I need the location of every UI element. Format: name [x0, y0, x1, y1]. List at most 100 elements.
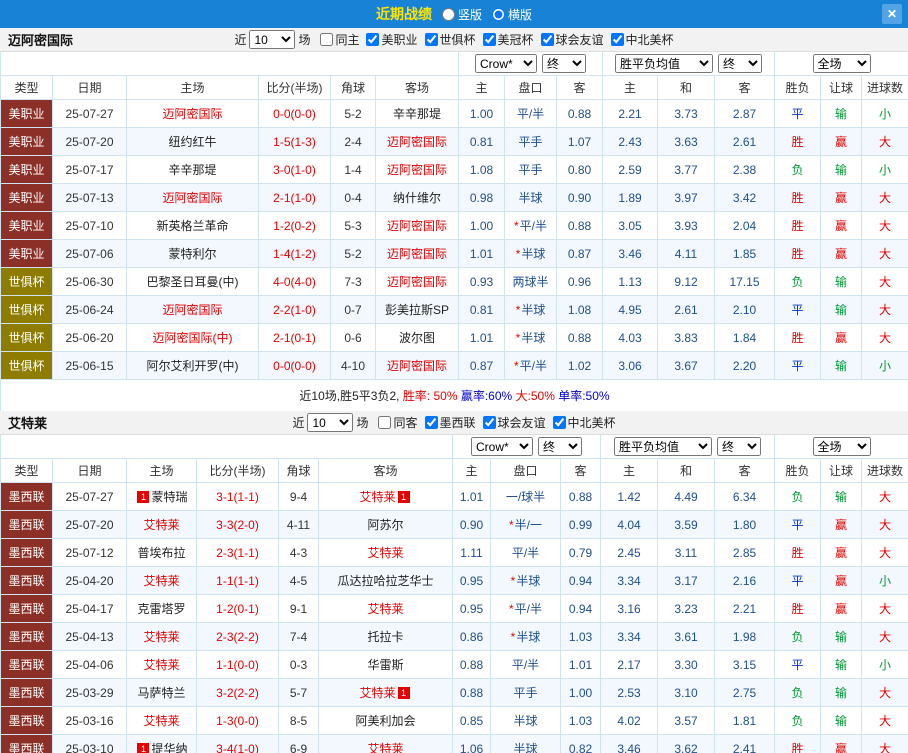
cell-handicap-result: 赢 [821, 539, 862, 567]
column-header: 和 [658, 76, 715, 100]
team-name-text: 波尔图 [399, 329, 435, 346]
filter-checkbox[interactable]: 同主 [320, 31, 359, 48]
cell-handicap: 两球半 [505, 268, 557, 296]
cell-date: 25-07-20 [53, 128, 127, 156]
checkbox-label: 中北美杯 [568, 414, 616, 431]
cell-avg-home: 2.17 [601, 651, 658, 679]
filter-checkbox[interactable]: 球会友谊 [541, 31, 604, 48]
cell-goals-result: 大 [862, 324, 908, 352]
layout-radio-vertical[interactable]: 竖版 [442, 6, 482, 23]
odds-time-select[interactable]: 终 [538, 437, 582, 456]
cell-result: 平 [775, 296, 821, 324]
column-header: 客场 [376, 76, 459, 100]
cell-avg-away: 2.61 [715, 128, 775, 156]
cell-handicap-result: 输 [821, 100, 862, 128]
team-name-text: 辛辛那堤 [393, 105, 441, 122]
cell-handicap: *半球 [491, 567, 561, 595]
cell-handicap-result: 赢 [821, 324, 862, 352]
match-count-select[interactable]: 10 [249, 30, 295, 49]
cell-avg-draw: 3.61 [658, 623, 715, 651]
cell-avg-home: 2.59 [603, 156, 658, 184]
cell-avg-away: 2.41 [715, 735, 775, 753]
team-name-text: 迈阿密国际 [387, 245, 447, 262]
avg-dropdown-cell: 胜平负均值 终 [601, 435, 775, 459]
filter-checkbox[interactable]: 墨西联 [425, 414, 476, 431]
cell-date: 25-04-06 [53, 651, 127, 679]
odds-source-select[interactable]: Crow* [475, 54, 537, 73]
cell-date: 25-03-16 [53, 707, 127, 735]
dropdown-row: Crow* 终 胜平负均值 终 全场 [1, 435, 908, 459]
match-row: 世俱杯25-06-15阿尔艾利开罗(中)0-0(0-0)4-10迈阿密国际0.8… [1, 352, 908, 380]
cell-corners: 9-4 [279, 483, 319, 511]
radio-label: 横版 [508, 6, 532, 23]
cell-goals-result: 小 [862, 100, 908, 128]
avg-time-select[interactable]: 终 [717, 437, 761, 456]
checkbox-label: 美职业 [381, 31, 417, 48]
cell-goals-result: 小 [862, 567, 908, 595]
cell-avg-away: 1.81 [715, 707, 775, 735]
handicap-text: 平/半 [520, 217, 547, 234]
cell-goals-result: 小 [862, 651, 908, 679]
filter-checkbox[interactable]: 世俱杯 [425, 31, 476, 48]
avg-type-select[interactable]: 胜平负均值 [615, 54, 713, 73]
checkbox-input[interactable] [541, 33, 554, 46]
handicap-star: * [509, 518, 514, 532]
filter-checkbox[interactable]: 中北美杯 [553, 414, 616, 431]
cell-handicap: *半球 [505, 240, 557, 268]
odds-source-select[interactable]: Crow* [471, 437, 533, 456]
scope-dropdown-cell: 全场 [775, 435, 908, 459]
layout-radio-vertical-input[interactable] [442, 8, 455, 21]
cell-avg-away: 2.75 [715, 679, 775, 707]
layout-radio-horizontal[interactable]: 横版 [492, 6, 532, 23]
match-count-select[interactable]: 10 [307, 413, 353, 432]
filter-bar: 近 10 场 同客墨西联球会友谊中北美杯 [292, 413, 615, 432]
avg-type-select[interactable]: 胜平负均值 [614, 437, 712, 456]
recent-results-dialog: 近期战绩 竖版横版 ✕ 迈阿密国际 近 10 场 同主美职业世俱杯美冠杯球会友谊… [0, 0, 908, 753]
filter-checkbox[interactable]: 美冠杯 [483, 31, 534, 48]
scope-dropdown-cell: 全场 [775, 52, 908, 76]
cell-avg-home: 4.03 [603, 324, 658, 352]
scope-select[interactable]: 全场 [813, 437, 871, 456]
cell-odds-home: 1.00 [459, 212, 505, 240]
team-name-text: 新英格兰革命 [156, 217, 228, 234]
checkbox-input[interactable] [425, 33, 438, 46]
spacer-cell [1, 52, 459, 76]
cell-handicap: 平手 [505, 128, 557, 156]
filter-checkbox[interactable]: 美职业 [366, 31, 417, 48]
team-name-text: 提华纳 [151, 740, 187, 753]
cell-goals-result: 大 [862, 511, 908, 539]
filter-checkbox[interactable]: 中北美杯 [611, 31, 674, 48]
cell-home: 1提华纳 [127, 735, 197, 753]
odds-time-select[interactable]: 终 [542, 54, 586, 73]
cell-odds-away: 0.88 [557, 324, 603, 352]
checkbox-input[interactable] [483, 416, 496, 429]
team-name-text: 迈阿密国际 [387, 133, 447, 150]
checkbox-input[interactable] [378, 416, 391, 429]
filter-checkbox[interactable]: 同客 [378, 414, 417, 431]
checkbox-input[interactable] [611, 33, 624, 46]
cell-avg-draw: 3.10 [658, 679, 715, 707]
filter-checkbox[interactable]: 球会友谊 [483, 414, 546, 431]
checkbox-input[interactable] [320, 33, 333, 46]
cell-avg-draw: 4.11 [658, 240, 715, 268]
checkbox-input[interactable] [425, 416, 438, 429]
cell-odds-away: 0.96 [557, 268, 603, 296]
checkbox-input[interactable] [366, 33, 379, 46]
cell-avg-away: 1.80 [715, 511, 775, 539]
cell-date: 25-07-17 [53, 156, 127, 184]
cell-handicap: 平/半 [505, 100, 557, 128]
cell-home: 艾特莱 [127, 567, 197, 595]
close-button[interactable]: ✕ [882, 4, 902, 24]
cell-handicap-result: 输 [821, 352, 862, 380]
avg-time-select[interactable]: 终 [718, 54, 762, 73]
matches-table: Crow* 终 胜平负均值 终 全场 [0, 52, 908, 411]
scope-select[interactable]: 全场 [813, 54, 871, 73]
cell-handicap-result: 输 [821, 651, 862, 679]
cell-handicap-result: 输 [821, 707, 862, 735]
checkbox-input[interactable] [553, 416, 566, 429]
cell-goals-result: 大 [862, 679, 908, 707]
team-name-text: 阿苏尔 [367, 516, 403, 533]
checkbox-input[interactable] [483, 33, 496, 46]
layout-radio-horizontal-input[interactable] [492, 8, 505, 21]
team-name-text: 艾特莱 [359, 488, 395, 505]
